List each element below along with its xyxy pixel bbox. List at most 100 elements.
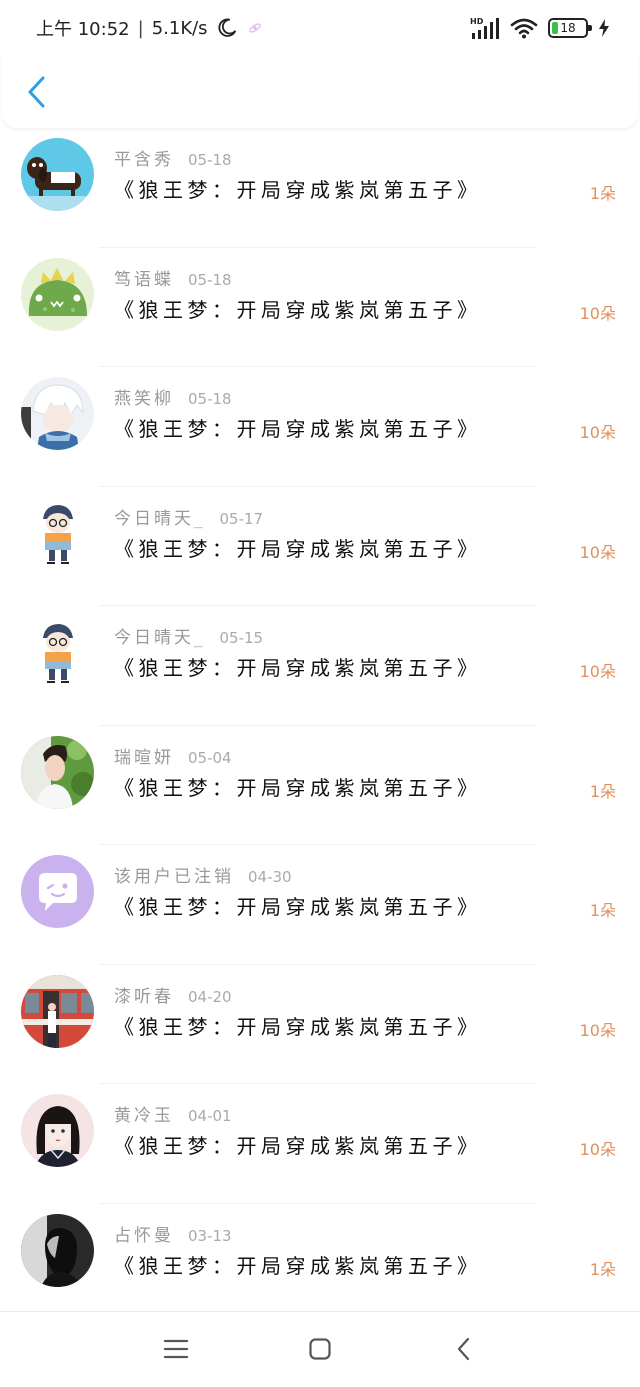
battery-icon: 18	[548, 18, 592, 38]
list-item[interactable]: 平含秀 05-18 《狼王梦：开局穿成紫岚第五子》 1朵	[0, 128, 640, 248]
train-photo-avatar	[21, 974, 94, 1048]
list-item[interactable]: 今日晴天_ 05-15 《狼王梦：开局穿成紫岚第五子》 10朵	[0, 606, 640, 726]
user-name[interactable]: 今日晴天_ 05-15	[114, 623, 263, 648]
book-title[interactable]: 《狼王梦：开局穿成紫岚第五子》	[114, 1250, 482, 1279]
status-bar: 上午 10:52 | 5.1K/s HD 18	[0, 0, 640, 56]
system-nav-bar	[0, 1311, 640, 1387]
moon-icon	[218, 18, 236, 37]
avatar[interactable]	[21, 138, 94, 211]
flower-count: 10朵	[579, 1140, 616, 1159]
flower-count: 1朵	[589, 184, 616, 203]
book-title[interactable]: 《狼王梦：开局穿成紫岚第五子》	[114, 533, 482, 562]
user-name-text: 笃语蝶	[114, 269, 174, 290]
list-item[interactable]: 笃语蝶 05-18 《狼王梦：开局穿成紫岚第五子》 10朵	[0, 248, 640, 367]
gift-date: 04-30	[248, 868, 292, 886]
user-name-text: 瑞暄妍	[114, 747, 174, 768]
satellite-icon	[248, 23, 261, 33]
avatar[interactable]	[21, 496, 94, 570]
user-name-text: 该用户已注销	[114, 867, 234, 887]
flower-count: 10朵	[579, 303, 616, 323]
avatar[interactable]	[21, 616, 94, 689]
signal-icon: HD	[470, 17, 499, 39]
book-title[interactable]: 《狼王梦：开局穿成紫岚第五子》	[114, 413, 482, 442]
back-nav-button[interactable]	[449, 1334, 479, 1364]
book-title[interactable]: 《狼王梦：开局穿成紫岚第五子》	[114, 772, 482, 801]
user-name[interactable]: 燕笑柳 05-18	[114, 384, 232, 409]
gift-date: 05-18	[188, 270, 232, 289]
book-title[interactable]: 《狼王梦：开局穿成紫岚第五子》	[114, 891, 482, 920]
flower-count: 1朵	[589, 781, 616, 801]
gift-date: 05-15	[219, 629, 264, 647]
user-name[interactable]: 黄冷玉 04-01	[114, 1101, 232, 1126]
user-name[interactable]: 漆听春 04-20	[114, 982, 232, 1007]
gift-date: 05-18	[188, 151, 232, 169]
status-separator: |	[137, 17, 144, 39]
flower-count: 10朵	[579, 423, 616, 442]
network-speed: 5.1K/s	[151, 17, 208, 39]
avatar[interactable]	[21, 1094, 94, 1167]
back-button[interactable]	[22, 74, 50, 110]
gift-date: 05-04	[188, 748, 232, 767]
gift-date: 04-20	[188, 987, 232, 1006]
list-item[interactable]: 瑞暄妍 05-04 《狼王梦：开局穿成紫岚第五子》 1朵	[0, 726, 640, 845]
user-name[interactable]: 占怀曼 03-13	[114, 1221, 232, 1246]
user-name-text: 平含秀	[114, 150, 174, 170]
avatar[interactable]	[21, 855, 94, 928]
gift-date: 03-13	[188, 1226, 232, 1245]
list-item[interactable]: 燕笑柳 05-18 《狼王梦：开局穿成紫岚第五子》 10朵	[0, 367, 640, 487]
flower-count: 10朵	[579, 1020, 616, 1040]
list-item[interactable]: 该用户已注销 04-30 《狼王梦：开局穿成紫岚第五子》 1朵	[0, 845, 640, 965]
chevron-left-icon	[28, 76, 45, 108]
user-name-text: 今日晴天_	[114, 508, 206, 529]
signal-label: HD	[470, 17, 484, 26]
status-time: 上午 10:52	[36, 19, 130, 40]
book-title[interactable]: 《狼王梦：开局穿成紫岚第五子》	[114, 1130, 482, 1159]
cartoon-kid-avatar	[21, 496, 94, 570]
anime-girl-avatar	[21, 1094, 94, 1167]
back-icon	[457, 1337, 470, 1361]
avatar[interactable]	[21, 974, 94, 1048]
avatar[interactable]	[21, 377, 94, 450]
user-name-text: 漆听春	[114, 986, 174, 1007]
gift-date: 05-17	[219, 509, 264, 528]
book-title[interactable]: 《狼王梦：开局穿成紫岚第五子》	[114, 1011, 482, 1040]
green-dino-avatar	[21, 257, 94, 331]
cartoon-kid-avatar	[21, 616, 94, 689]
user-name[interactable]: 瑞暄妍 05-04	[114, 743, 232, 768]
list-item[interactable]: 漆听春 04-20 《狼王梦：开局穿成紫岚第五子》 10朵	[0, 965, 640, 1084]
book-title[interactable]: 《狼王梦：开局穿成紫岚第五子》	[114, 174, 482, 203]
home-button[interactable]	[305, 1334, 335, 1364]
avatar[interactable]	[21, 1213, 94, 1287]
chat-bubble-avatar	[21, 855, 94, 928]
user-name-text: 燕笑柳	[114, 389, 174, 409]
user-name[interactable]: 平含秀 05-18	[114, 145, 232, 170]
flower-count: 10朵	[579, 662, 616, 681]
avatar[interactable]	[21, 735, 94, 809]
user-name[interactable]: 笃语蝶 05-18	[114, 265, 232, 290]
dog-avatar	[21, 138, 94, 211]
home-icon	[309, 1338, 331, 1360]
avatar[interactable]	[21, 257, 94, 331]
user-name[interactable]: 该用户已注销 04-30	[114, 862, 292, 887]
user-name-text: 黄冷玉	[114, 1106, 174, 1126]
book-title[interactable]: 《狼王梦：开局穿成紫岚第五子》	[114, 294, 482, 323]
gift-record-list[interactable]: 平含秀 05-18 《狼王梦：开局穿成紫岚第五子》 1朵 笃语蝶 05-18 《狼王…	[0, 128, 640, 1311]
flower-count: 1朵	[589, 901, 616, 920]
status-left: 上午 10:52 | 5.1K/s	[36, 16, 262, 40]
photo-man-avatar	[21, 735, 94, 809]
user-name[interactable]: 今日晴天_ 05-17	[114, 504, 263, 529]
battery-nub	[588, 25, 592, 31]
gift-date: 05-18	[188, 390, 232, 408]
wifi-icon	[510, 18, 538, 39]
list-item[interactable]: 今日晴天_ 05-17 《狼王梦：开局穿成紫岚第五子》 10朵	[0, 487, 640, 606]
list-item[interactable]: 黄冷玉 04-01 《狼王梦：开局穿成紫岚第五子》 10朵	[0, 1084, 640, 1204]
flower-count: 10朵	[579, 542, 616, 562]
menu-icon	[163, 1339, 189, 1359]
status-right: HD 18	[470, 15, 610, 41]
battery-fill	[552, 22, 558, 34]
book-title[interactable]: 《狼王梦：开局穿成紫岚第五子》	[114, 652, 482, 681]
list-item[interactable]: 占怀曼 03-13 《狼王梦：开局穿成紫岚第五子》 1朵	[0, 1204, 640, 1312]
gift-date: 04-01	[188, 1107, 232, 1125]
menu-button[interactable]	[161, 1334, 191, 1364]
bw-girl-avatar	[21, 1213, 94, 1287]
